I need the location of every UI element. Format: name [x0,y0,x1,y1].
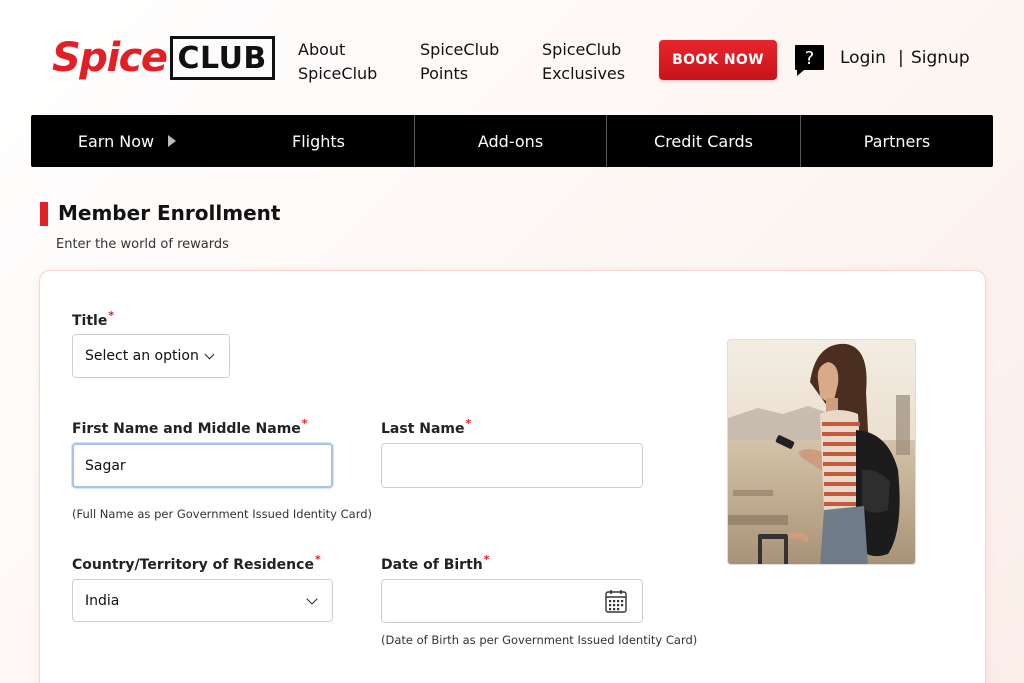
spiceclub-exclusives-link[interactable]: SpiceClub Exclusives [542,38,625,86]
help-question-icon[interactable]: ? [794,44,825,77]
signup-link[interactable]: Signup [911,48,970,68]
dob-input[interactable] [381,579,643,623]
last-name-label-text: Last Name [381,421,465,437]
calendar-icon[interactable] [605,589,627,613]
first-name-label: First Name and Middle Name* [72,417,308,437]
first-name-value: Sagar [85,457,126,474]
first-name-label-text: First Name and Middle Name [72,421,301,437]
about-link-line2: SpiceClub [298,64,378,83]
traveler-photo [727,339,916,565]
country-label-text: Country/Territory of Residence [72,557,314,573]
nav-addons-label: Add-ons [477,131,544,151]
page-subtitle: Enter the world of rewards [56,237,229,252]
exclusives-link-line1: SpiceClub [542,40,622,59]
country-select[interactable]: India [72,579,333,622]
about-spiceclub-link[interactable]: About SpiceClub [298,38,377,86]
help-glyph: ? [805,48,815,69]
dob-label-text: Date of Birth [381,557,483,573]
required-mark: * [314,553,321,566]
country-label: Country/Territory of Residence* [72,553,321,573]
spiceclub-logo[interactable]: Spice CLUB [52,34,275,82]
last-name-label: Last Name* [381,417,471,437]
nav-item-credit-cards[interactable]: Credit Cards [606,115,800,167]
spiceclub-points-link[interactable]: SpiceClub Points [420,38,499,86]
country-select-value: India [85,592,120,609]
logo-club-text: CLUB [169,36,275,80]
about-link-line1: About [298,40,346,59]
required-mark: * [483,553,490,566]
points-link-line1: SpiceClub [420,40,500,59]
login-link[interactable]: Login [840,48,886,68]
nav-credit-cards-label: Credit Cards [654,131,753,151]
required-mark: * [465,417,472,430]
nav-earn-now-label: Earn Now [77,131,155,151]
nav-flights-label: Flights [292,131,345,151]
title-select-value: Select an option [85,348,199,364]
logo-spice-text: Spice [52,35,168,81]
title-label: Title* [72,309,114,329]
required-mark: * [108,309,115,322]
points-link-line2: Points [420,64,469,83]
nav-item-flights[interactable]: Flights [223,115,414,167]
nav-item-earn-now[interactable]: Earn Now [31,115,223,167]
book-now-button[interactable]: BOOK NOW [659,40,777,80]
chevron-down-icon [306,593,318,605]
name-hint: (Full Name as per Government Issued Iden… [72,507,373,521]
dob-hint: (Date of Birth as per Government Issued … [381,633,698,647]
nav-partners-label: Partners [863,131,931,151]
title-label-text: Title [72,313,108,329]
required-mark: * [301,417,308,430]
heading-accent-bar [40,202,48,226]
last-name-input[interactable] [381,443,643,488]
login-signup-separator: | [898,48,904,68]
page-title: Member Enrollment [58,201,281,225]
chevron-down-icon [204,349,215,360]
first-name-input[interactable]: Sagar [72,443,333,488]
title-select[interactable]: Select an option [72,334,230,378]
caret-right-icon [168,135,177,147]
dob-label: Date of Birth* [381,553,490,573]
nav-item-add-ons[interactable]: Add-ons [414,115,606,167]
nav-item-partners[interactable]: Partners [800,115,993,167]
exclusives-link-line2: Exclusives [542,64,626,83]
main-nav-bar: Earn Now Flights Add-ons Credit Cards Pa… [31,115,993,167]
